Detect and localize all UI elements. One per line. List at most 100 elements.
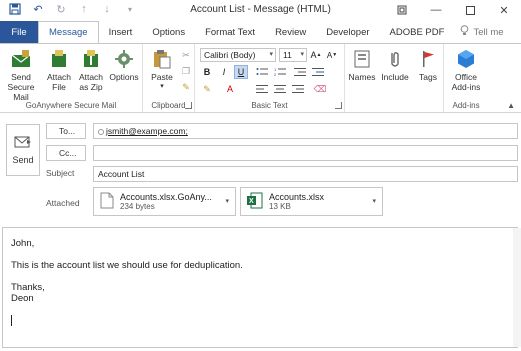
tags-button[interactable]: Tags — [414, 48, 442, 82]
tab-insert[interactable]: Insert — [99, 21, 143, 43]
secure-mail-icon — [10, 48, 32, 70]
paste-button[interactable]: Paste ▾ — [147, 48, 177, 92]
bold-button[interactable]: B — [200, 65, 214, 79]
paste-label: Paste — [151, 72, 173, 82]
tell-me-label: Tell me — [473, 26, 504, 38]
paperclip-icon — [384, 48, 406, 70]
bullets-icon[interactable] — [255, 65, 269, 79]
body-line: This is the account list we should use f… — [11, 260, 243, 271]
office-addins-icon — [455, 48, 477, 70]
address-book-icon — [351, 48, 373, 70]
office-addins-button[interactable]: Office Add-ins — [446, 48, 486, 92]
attachment-text: Accounts.xlsx.GoAny... 234 bytes — [120, 192, 212, 211]
subject-field[interactable]: Account List — [93, 166, 518, 182]
chevron-down-icon: ▾ — [269, 51, 273, 58]
to-button[interactable]: To... — [46, 123, 86, 139]
chevron-down-icon: ▾ — [300, 51, 304, 58]
send-secure-label-2: Secure Mail — [7, 82, 35, 102]
clipboard-launcher-icon[interactable] — [185, 102, 192, 109]
customize-icon[interactable]: ▾ — [123, 2, 137, 16]
font-name-value: Calibri (Body) — [204, 50, 256, 60]
names-button[interactable]: Names — [347, 48, 377, 82]
office-addins-label-2: Add-ins — [451, 82, 481, 92]
attach-as-zip-button[interactable]: Attach as Zip — [77, 48, 105, 92]
italic-button[interactable]: I — [217, 65, 231, 79]
attach-file-button[interactable]: Attach File — [46, 48, 72, 92]
down-arrow-icon[interactable]: ↓ — [100, 2, 114, 16]
restore-down-icon[interactable] — [385, 0, 419, 20]
cc-button[interactable]: Cc... — [46, 145, 86, 161]
recipient[interactable]: jsmith@exampe.com; — [106, 126, 188, 136]
save-icon[interactable] — [8, 2, 22, 16]
body-line: Deon — [11, 293, 34, 304]
addins-group: Office Add-ins Add-ins — [444, 44, 488, 112]
cut-icon[interactable]: ✂ — [179, 48, 193, 62]
tab-format-text[interactable]: Format Text — [195, 21, 265, 43]
include-group: Include — [378, 44, 412, 112]
align-right-icon[interactable] — [291, 82, 305, 96]
tab-message[interactable]: Message — [38, 21, 99, 43]
ribbon-tabs: File Message Insert Options Format Text … — [0, 21, 521, 43]
clear-formatting-icon[interactable]: ⌫ — [313, 82, 327, 96]
tab-options[interactable]: Options — [142, 21, 195, 43]
svg-text:X: X — [249, 198, 254, 205]
basic-text-group: Calibri (Body) ▾ 11 ▾ A ▲ A ▼ B I U 12 ✎ A — [195, 44, 345, 112]
font-name-select[interactable]: Calibri (Body) ▾ — [200, 48, 276, 62]
send-secure-mail-button[interactable]: Send Secure Mail — [3, 48, 39, 102]
svg-text:2: 2 — [274, 72, 277, 77]
align-left-icon[interactable] — [255, 82, 269, 96]
gear-icon — [113, 48, 135, 70]
decrease-indent-icon[interactable] — [293, 65, 307, 79]
send-label: Send — [12, 155, 34, 165]
attachment-dropdown-icon[interactable]: ▾ — [372, 197, 376, 205]
decrease-font-icon[interactable]: A ▼ — [325, 48, 339, 62]
numbering-icon[interactable]: 12 — [273, 65, 287, 79]
copy-icon[interactable]: ❐ — [179, 64, 193, 78]
body-line — [11, 249, 509, 260]
tab-file[interactable]: File — [0, 21, 38, 43]
undo-icon[interactable]: ↶ — [31, 2, 45, 16]
format-painter-icon[interactable]: ✎ — [179, 80, 193, 94]
names-group: Names — [345, 44, 378, 112]
increase-indent-icon[interactable] — [311, 65, 325, 79]
message-body[interactable]: John, This is the account list we should… — [2, 227, 518, 348]
send-button[interactable]: Send — [6, 124, 40, 176]
tab-review[interactable]: Review — [265, 21, 316, 43]
increase-font-icon[interactable]: A ▲ — [309, 48, 323, 62]
body-line — [11, 271, 509, 282]
attachment-name: Accounts.xlsx.GoAny... — [120, 192, 212, 202]
tags-label: Tags — [419, 72, 437, 82]
body-scrollbar[interactable] — [513, 228, 521, 347]
attach-zip-label-2: as Zip — [79, 82, 103, 92]
attachment-name: Accounts.xlsx — [269, 192, 325, 202]
redo-icon[interactable]: ↻ — [54, 2, 68, 16]
align-center-icon[interactable] — [273, 82, 287, 96]
collapse-ribbon-icon[interactable]: ▲ — [507, 101, 515, 110]
attachment-item[interactable]: X Accounts.xlsx 13 KB ▾ — [240, 187, 383, 216]
close-icon[interactable]: ✕ — [487, 0, 521, 20]
to-field[interactable]: jsmith@exampe.com; — [93, 123, 518, 139]
attach-file-icon — [48, 48, 70, 70]
attachment-item[interactable]: Accounts.xlsx.GoAny... 234 bytes ▾ — [93, 187, 236, 216]
attachment-size: 234 bytes — [120, 202, 155, 211]
maximize-icon[interactable] — [453, 0, 487, 20]
underline-button[interactable]: U — [234, 65, 248, 79]
up-arrow-icon[interactable]: ↑ — [77, 2, 91, 16]
tab-adobe-pdf[interactable]: ADOBE PDF — [380, 21, 455, 43]
options-button[interactable]: Options — [108, 48, 140, 82]
tell-me-box[interactable]: Tell me — [454, 21, 504, 43]
attach-file-label-1: Attach — [46, 72, 72, 82]
minimize-icon[interactable]: — — [419, 0, 453, 20]
include-button[interactable]: Include — [378, 48, 412, 82]
body-line: John, — [11, 238, 35, 249]
tab-developer[interactable]: Developer — [316, 21, 379, 43]
font-color-icon[interactable]: A — [223, 82, 237, 96]
highlight-icon[interactable]: ✎ — [200, 82, 214, 96]
lightbulb-icon — [460, 25, 469, 39]
attachment-dropdown-icon[interactable]: ▾ — [225, 197, 229, 205]
cc-field[interactable] — [93, 145, 518, 161]
font-size-select[interactable]: 11 ▾ — [279, 48, 307, 62]
names-label: Names — [348, 72, 376, 82]
basic-text-launcher-icon[interactable] — [335, 102, 342, 109]
person-icon — [98, 128, 104, 135]
